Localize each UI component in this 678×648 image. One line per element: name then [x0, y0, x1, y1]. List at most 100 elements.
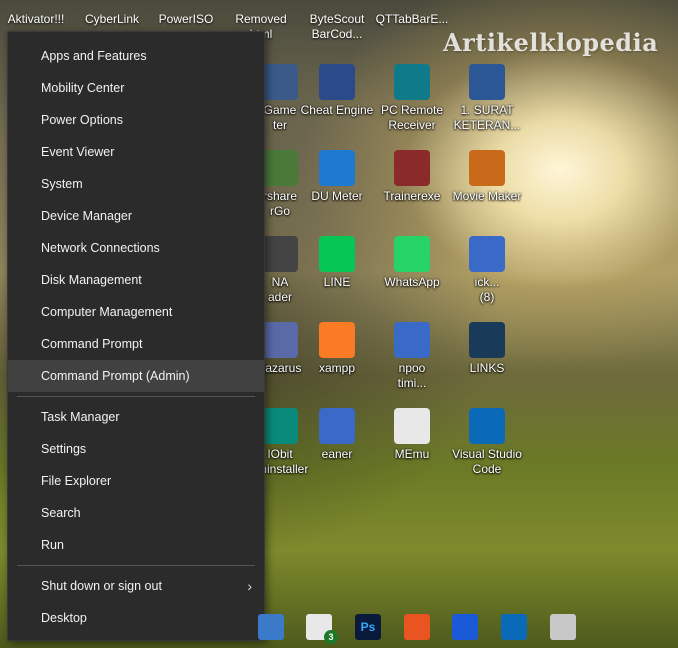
shield-icon [319, 408, 355, 444]
desktop-icon-label: DU Meter [311, 189, 363, 203]
desktop-icon-label: eaner [321, 447, 353, 461]
desktop-icon-label: WhatsApp [384, 275, 440, 289]
menu-item-shut-down-or-sign-out[interactable]: Shut down or sign out › [8, 570, 264, 602]
du-meter-icon [319, 150, 355, 186]
menu-item-command-prompt[interactable]: Command Prompt [8, 328, 264, 360]
desktop-icon[interactable]: MEmu [370, 408, 454, 462]
vscode-icon[interactable] [501, 614, 527, 640]
menu-item-run[interactable]: Run [8, 529, 264, 561]
vscode-icon [469, 408, 505, 444]
winx-context-menu: Apps and Features Mobility Center Power Op… [7, 31, 265, 641]
store-icon[interactable] [258, 614, 284, 640]
shield-icon [469, 236, 505, 272]
menu-item-label: Shut down or sign out [41, 579, 162, 593]
menu-item-power-options[interactable]: Power Options [8, 104, 264, 136]
menu-item-label: Search [41, 506, 81, 520]
menu-item-label: Event Viewer [41, 145, 115, 159]
desktop-icon[interactable]: ick... (8) [445, 236, 529, 305]
mail-icon[interactable]: 3 [306, 614, 338, 644]
menu-item-search[interactable]: Search [8, 497, 264, 529]
desktop-icon-label: 1. SURAT KETERAN... [453, 103, 521, 132]
whatsapp-icon [394, 236, 430, 272]
watermark-text: Artikelklopedia [443, 28, 659, 57]
menu-separator [17, 396, 255, 397]
shield-icon [394, 322, 430, 358]
menu-item-computer-management[interactable]: Computer Management [8, 296, 264, 328]
desktop-icon[interactable]: LINE [295, 236, 379, 290]
menu-item-desktop[interactable]: Desktop [8, 602, 264, 634]
menu-item-label: Mobility Center [41, 81, 125, 95]
ubuntu-icon[interactable] [404, 614, 430, 640]
menu-item-file-explorer[interactable]: File Explorer [8, 465, 264, 497]
menu-item-label: Disk Management [41, 273, 142, 287]
trainer-icon [394, 150, 430, 186]
desktop-icon[interactable]: WhatsApp [370, 236, 454, 290]
desktop-icon-label: xampp [318, 361, 356, 375]
menu-item-label: Apps and Features [41, 49, 147, 63]
desktop-icon[interactable]: Movie Maker [445, 150, 529, 204]
desktop-icon[interactable]: LINKS [445, 322, 529, 376]
firefox-icon[interactable] [452, 614, 478, 640]
app-icon[interactable] [550, 614, 576, 640]
photoshop-icon[interactable]: Ps [355, 614, 381, 640]
menu-separator [17, 565, 255, 566]
desktop-icon-label: Trainerexe [383, 189, 441, 203]
desktop-icon[interactable]: xampp [295, 322, 379, 376]
desktop-icon-label: MEmu [394, 447, 430, 461]
desktop-icon-poweriso[interactable]: PowerISO [144, 12, 228, 27]
menu-item-device-manager[interactable]: Device Manager [8, 200, 264, 232]
menu-item-label: Command Prompt (Admin) [41, 369, 190, 383]
desktop-icon-bytescout[interactable]: ByteScout BarCod... [295, 12, 379, 42]
desktop-icon[interactable]: PC Remote Receiver [370, 64, 454, 133]
menu-item-label: Computer Management [41, 305, 173, 319]
menu-item-system[interactable]: System [8, 168, 264, 200]
desktop-icon-label: LINE [323, 275, 351, 289]
cheat-engine-icon [319, 64, 355, 100]
memu-icon [394, 408, 430, 444]
desktop-icon[interactable]: DU Meter [295, 150, 379, 204]
desktop-icon-aktivator[interactable]: Aktivator!!! [0, 12, 78, 27]
desktop-icon[interactable]: Cheat Engine [295, 64, 379, 118]
iobit-icon [262, 408, 298, 444]
desktop-icon[interactable]: 1. SURAT KETERAN... [445, 64, 529, 133]
menu-item-label: Device Manager [41, 209, 133, 223]
xampp-icon [319, 322, 355, 358]
chevron-right-icon: › [247, 578, 252, 594]
menu-item-event-viewer[interactable]: Event Viewer [8, 136, 264, 168]
menu-item-task-manager[interactable]: Task Manager [8, 401, 264, 433]
menu-item-label: Command Prompt [41, 337, 143, 351]
desktop-icon-label: ick... (8) [474, 275, 500, 304]
menu-item-label: Power Options [41, 113, 123, 127]
desktop-icon[interactable]: npoo timi... [370, 322, 454, 391]
menu-item-label: System [41, 177, 83, 191]
menu-item-settings[interactable]: Settings [8, 433, 264, 465]
desktop-icon[interactable]: eaner [295, 408, 379, 462]
desktop-icon[interactable]: Visual Studio Code [445, 408, 529, 477]
menu-item-label: Settings [41, 442, 87, 456]
desktop-icon-cyberlink[interactable]: CyberLink [70, 12, 154, 27]
photoshop-label: Ps [360, 620, 376, 634]
desktop-icon-qttabbar[interactable]: QTTabBarE... [370, 12, 454, 27]
desktop-icon-label: Movie Maker [452, 189, 522, 203]
desktop-icon[interactable]: Trainerexe [370, 150, 454, 204]
menu-item-command-prompt-admin[interactable]: Command Prompt (Admin) [8, 360, 264, 392]
desktop-icon-label: Cheat Engine [300, 103, 374, 117]
word-document-icon [469, 64, 505, 100]
share-go-icon [262, 150, 298, 186]
lazarus-icon [262, 322, 298, 358]
menu-item-apps-and-features[interactable]: Apps and Features [8, 40, 264, 72]
menu-item-mobility-center[interactable]: Mobility Center [8, 72, 264, 104]
movie-maker-icon [469, 150, 505, 186]
line-icon [319, 236, 355, 272]
menu-item-label: Desktop [41, 611, 87, 625]
menu-item-disk-management[interactable]: Disk Management [8, 264, 264, 296]
menu-item-label: Task Manager [41, 410, 120, 424]
menu-item-network-connections[interactable]: Network Connections [8, 232, 264, 264]
menu-item-label: Run [41, 538, 64, 552]
pc-remote-icon [394, 64, 430, 100]
game-center-icon [262, 64, 298, 100]
menu-item-label: File Explorer [41, 474, 112, 488]
mail-badge: 3 [324, 630, 338, 644]
desktop-icon-label: npoo timi... [397, 361, 427, 390]
links-icon [469, 322, 505, 358]
